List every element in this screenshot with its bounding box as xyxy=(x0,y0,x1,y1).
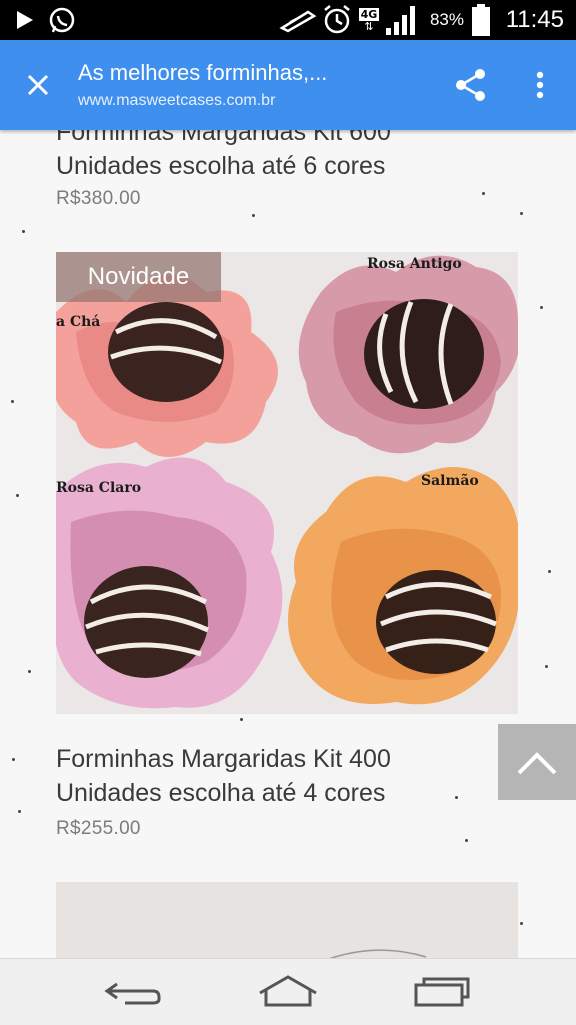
product-title[interactable]: Forminhas Margaridas Kit 600 Unidades es… xyxy=(56,130,496,183)
product-price: R$380.00 xyxy=(56,188,141,209)
close-icon[interactable] xyxy=(22,69,54,101)
speck xyxy=(252,214,255,217)
navigation-bar xyxy=(0,958,576,1025)
page-title: As melhores forminhas,... xyxy=(78,60,328,85)
product-title[interactable]: Forminhas Margaridas Kit 400 Unidades es… xyxy=(56,742,496,810)
product-title-line: Forminhas Margaridas Kit 600 xyxy=(56,130,391,146)
speck xyxy=(28,670,31,673)
speck xyxy=(22,230,25,233)
product-image[interactable]: Novidade a Chá Rosa Antigo Rosa Claro Sa… xyxy=(56,252,518,714)
page-url: www.masweetcases.com.br xyxy=(78,92,276,109)
new-badge: Novidade xyxy=(56,252,221,302)
network-4g-icon: 4G ⇅ xyxy=(358,7,380,33)
product-title-line: Unidades escolha até 4 cores xyxy=(56,779,386,807)
speck xyxy=(520,212,523,215)
speck xyxy=(240,718,243,721)
scroll-top-button[interactable] xyxy=(498,724,576,800)
speck xyxy=(11,400,14,403)
color-label: Rosa Claro xyxy=(56,480,142,496)
page-content[interactable]: Forminhas Margaridas Kit 600 Unidades es… xyxy=(0,130,576,958)
share-icon[interactable] xyxy=(451,65,491,105)
status-bar: 4G ⇅ 83% 11:45 xyxy=(0,0,576,40)
battery-icon xyxy=(472,4,490,36)
speck xyxy=(455,796,458,799)
speck xyxy=(545,665,548,668)
network-label: 4G xyxy=(358,7,380,21)
product-title-line: Unidades escolha até 6 cores xyxy=(56,152,386,180)
speck xyxy=(482,192,485,195)
color-label: a Chá xyxy=(56,314,101,330)
overflow-menu-icon[interactable] xyxy=(528,65,552,105)
alarm-icon xyxy=(324,5,350,34)
speck xyxy=(548,570,551,573)
clock: 11:45 xyxy=(505,6,564,33)
product-price: R$255.00 xyxy=(56,818,141,839)
dock-icon xyxy=(279,10,317,33)
speck xyxy=(18,810,21,813)
speck xyxy=(12,758,15,761)
color-label: Rosa Antigo xyxy=(367,256,462,272)
product-photo xyxy=(329,949,427,958)
home-icon[interactable] xyxy=(256,973,320,1011)
speck xyxy=(540,306,543,309)
product-image[interactable] xyxy=(56,882,518,958)
chocolate-rosa-antigo xyxy=(298,255,518,454)
browser-toolbar: As melhores forminhas,... www.masweetcas… xyxy=(0,40,576,130)
play-icon xyxy=(17,11,33,29)
battery-percent: 83% xyxy=(429,10,464,29)
speck xyxy=(465,839,468,842)
speck xyxy=(520,922,523,925)
signal-icon xyxy=(386,6,415,35)
whatsapp-icon xyxy=(49,7,75,33)
chevron-up-icon xyxy=(517,752,557,775)
product-title-line: Forminhas Margaridas Kit 400 xyxy=(56,745,391,773)
recent-apps-icon[interactable] xyxy=(412,973,472,1011)
back-icon[interactable] xyxy=(103,973,163,1011)
speck xyxy=(16,494,19,497)
color-label: Salmão xyxy=(421,473,479,489)
